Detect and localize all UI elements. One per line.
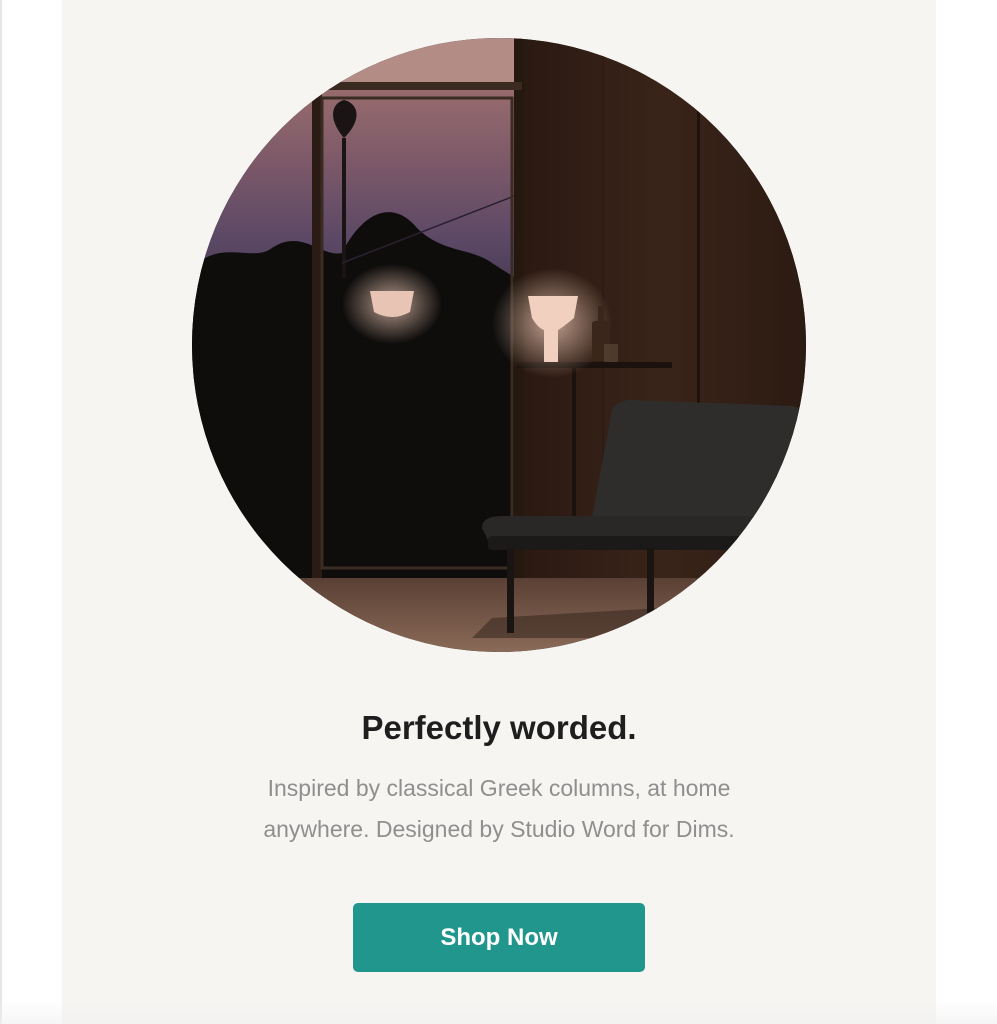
shop-now-button[interactable]: Shop Now xyxy=(353,903,645,972)
hero-image xyxy=(192,38,806,652)
page-left-edge xyxy=(0,0,2,1024)
room-illustration xyxy=(192,38,806,652)
description: Inspired by classical Greek columns, at … xyxy=(62,768,936,850)
email-card: Perfectly worded. Inspired by classical … xyxy=(62,0,936,1024)
headline: Perfectly worded. xyxy=(361,709,637,746)
description-line-1: Inspired by classical Greek columns, at … xyxy=(267,775,731,801)
description-line-2: anywhere. Designed by Studio Word for Di… xyxy=(263,816,735,842)
